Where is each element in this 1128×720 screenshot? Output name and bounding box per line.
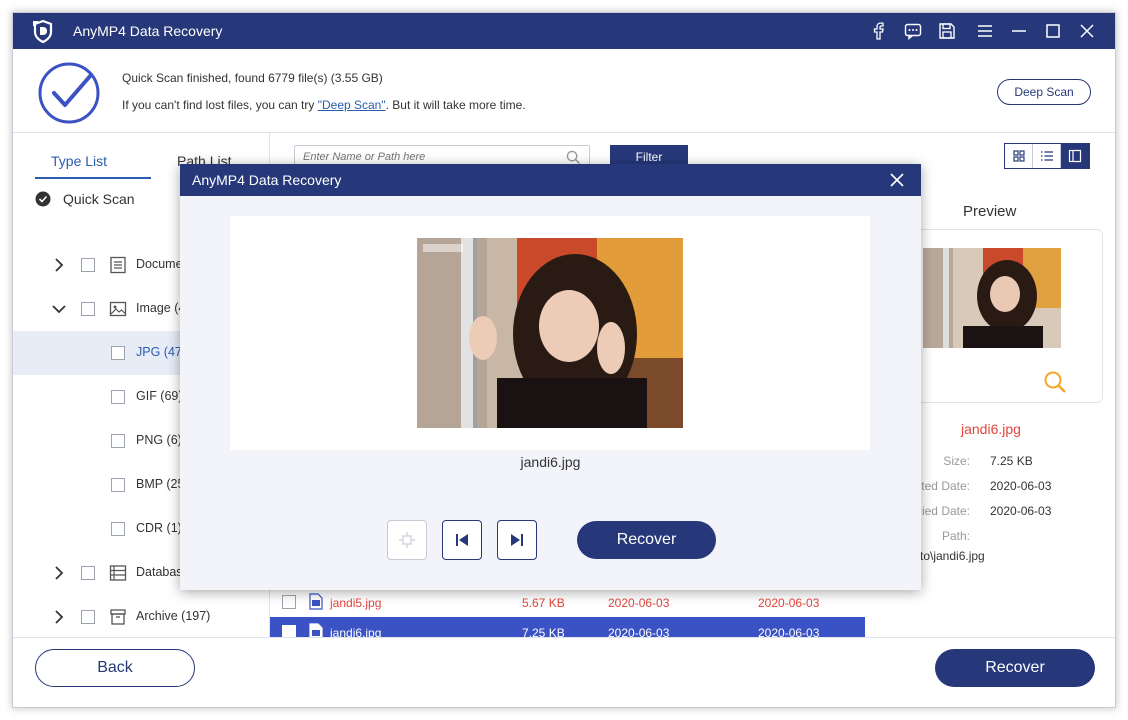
- footer: Back Recover: [13, 637, 1115, 707]
- preview-heading: Preview: [963, 203, 1017, 220]
- tree-item-label: GIF (69): [136, 389, 183, 403]
- scan-hint-text: If you can't find lost files, you can tr…: [122, 98, 526, 112]
- meta-value-modified: 2020-06-03: [990, 504, 1052, 518]
- facebook-button[interactable]: [869, 21, 889, 41]
- jpg-file-icon: [309, 593, 323, 610]
- tree-item-label: Quick Scan: [63, 191, 135, 207]
- list-view-icon: [1040, 151, 1053, 161]
- search-icon[interactable]: [566, 150, 581, 165]
- chevron-right-icon[interactable]: [51, 609, 67, 625]
- preview-dialog: AnyMP4 Data Recovery jandi6.jpg Recover: [180, 164, 921, 590]
- search-input[interactable]: [303, 149, 559, 165]
- hamburger-menu-icon: [978, 25, 992, 37]
- checkbox[interactable]: [111, 390, 125, 404]
- tree-item-label: Archive (197): [136, 609, 211, 623]
- dialog-recover-button[interactable]: Recover: [577, 521, 716, 559]
- view-list-button[interactable]: [1033, 144, 1061, 168]
- tree-item-label: BMP (25: [136, 477, 185, 491]
- feedback-button[interactable]: [903, 21, 923, 41]
- checked-circle-icon: [35, 191, 51, 207]
- file-created-date: 2020-06-03: [608, 596, 670, 610]
- tree-item-label: Image (4: [136, 301, 186, 315]
- grid-view-icon: [1012, 150, 1025, 162]
- scan-complete-check-icon: [38, 62, 100, 124]
- image-icon: [109, 301, 127, 317]
- close-button[interactable]: [1077, 21, 1097, 41]
- file-name: jandi5.jpg: [330, 596, 382, 610]
- deep-scan-button[interactable]: Deep Scan: [997, 79, 1091, 105]
- app-logo-icon: [33, 19, 53, 44]
- table-row[interactable]: jandi5.jpg 5.67 KB 2020-06-03 2020-06-03: [270, 587, 865, 617]
- checkbox[interactable]: [111, 522, 125, 536]
- checkbox[interactable]: [81, 610, 95, 624]
- save-icon: [939, 23, 955, 39]
- checkbox[interactable]: [81, 302, 95, 316]
- facebook-icon: [873, 22, 884, 40]
- tree-item-label: Databas: [136, 565, 183, 579]
- save-button[interactable]: [937, 21, 957, 41]
- scan-hint-prefix: If you can't find lost files, you can tr…: [122, 98, 318, 112]
- maximize-icon: [1046, 24, 1060, 38]
- title-bar: AnyMP4 Data Recovery: [13, 13, 1115, 49]
- maximize-button[interactable]: [1043, 21, 1063, 41]
- chevron-down-icon[interactable]: [51, 301, 67, 317]
- view-preview-button[interactable]: [1061, 144, 1089, 168]
- dialog-filename: jandi6.jpg: [520, 454, 581, 470]
- menu-button[interactable]: [975, 21, 995, 41]
- chat-icon: [904, 23, 922, 40]
- fit-screen-icon: [399, 532, 415, 548]
- file-modified-date: 2020-06-03: [758, 596, 820, 610]
- scan-status-bar: Quick Scan finished, found 6779 file(s) …: [13, 49, 1115, 133]
- document-icon: [110, 256, 126, 274]
- minimize-button[interactable]: [1009, 21, 1029, 41]
- meta-value-created: 2020-06-03: [990, 479, 1052, 493]
- tree-item-label: PNG (6): [136, 433, 182, 447]
- skip-next-icon: [511, 534, 523, 546]
- tree-item-label: Docume: [136, 257, 183, 271]
- dialog-title: AnyMP4 Data Recovery: [192, 172, 342, 188]
- next-image-button[interactable]: [497, 520, 537, 560]
- zoom-icon[interactable]: [1043, 370, 1067, 394]
- preview-image: [417, 238, 683, 428]
- skip-previous-icon: [456, 534, 468, 546]
- scan-status-text: Quick Scan finished, found 6779 file(s) …: [122, 71, 383, 85]
- tree-item-label: JPG (47: [136, 345, 182, 359]
- row-checkbox[interactable]: [282, 595, 296, 609]
- meta-value-path: to\jandi6.jpg: [920, 549, 985, 563]
- preview-thumbnail[interactable]: [923, 248, 1061, 348]
- archive-icon: [110, 609, 126, 625]
- checkbox[interactable]: [81, 258, 95, 272]
- view-grid-button[interactable]: [1005, 144, 1033, 168]
- deep-scan-link[interactable]: "Deep Scan": [318, 98, 386, 112]
- checkbox[interactable]: [111, 434, 125, 448]
- checkbox[interactable]: [81, 566, 95, 580]
- view-mode-switcher: [1004, 143, 1090, 169]
- file-size: 5.67 KB: [522, 596, 565, 610]
- previous-image-button[interactable]: [442, 520, 482, 560]
- checkbox[interactable]: [111, 478, 125, 492]
- minimize-icon: [1012, 30, 1026, 32]
- tab-type-list[interactable]: Type List: [51, 153, 107, 169]
- scan-hint-suffix: . But it will take more time.: [385, 98, 526, 112]
- tree-item-archive[interactable]: Archive (197): [13, 595, 269, 637]
- app-title: AnyMP4 Data Recovery: [73, 23, 223, 39]
- dialog-title-bar: AnyMP4 Data Recovery: [180, 164, 921, 196]
- chevron-right-icon[interactable]: [51, 565, 67, 581]
- database-icon: [109, 565, 127, 581]
- recover-button[interactable]: Recover: [935, 649, 1095, 687]
- preview-filename: jandi6.jpg: [961, 421, 1021, 437]
- close-icon: [1080, 24, 1094, 38]
- fit-to-window-button[interactable]: [387, 520, 427, 560]
- preview-view-icon: [1068, 149, 1082, 163]
- image-viewer: [230, 216, 870, 450]
- back-button[interactable]: Back: [35, 649, 195, 687]
- close-icon[interactable]: [889, 172, 905, 188]
- meta-value-size: 7.25 KB: [990, 454, 1033, 468]
- tree-item-label: CDR (1): [136, 521, 182, 535]
- preview-card: [908, 229, 1103, 403]
- chevron-right-icon[interactable]: [51, 257, 67, 273]
- dialog-body: jandi6.jpg Recover: [180, 196, 921, 590]
- checkbox[interactable]: [111, 346, 125, 360]
